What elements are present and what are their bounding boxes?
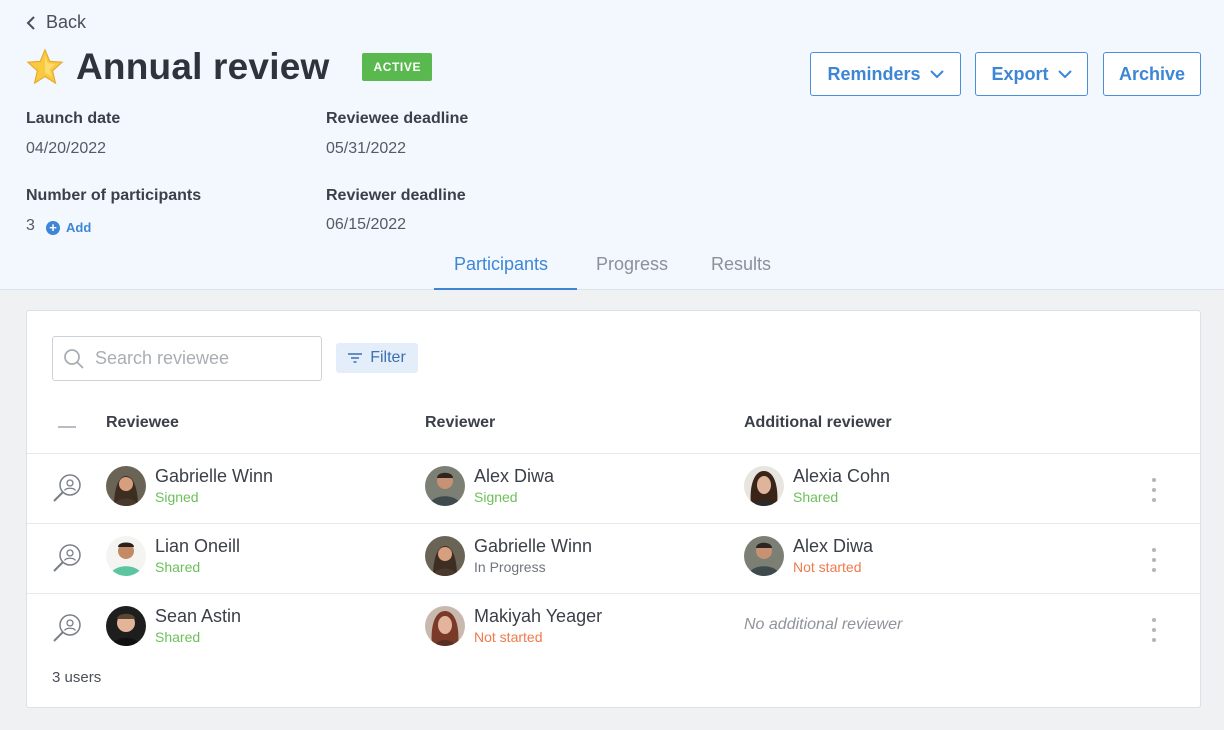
plus-circle-icon: + <box>46 220 60 235</box>
reviewer-cell: Gabrielle Winn In Progress <box>425 536 592 577</box>
avatar <box>106 606 146 646</box>
reviewer-deadline-value: 06/15/2022 <box>326 216 407 233</box>
back-label: Back <box>46 12 87 32</box>
tab-progress[interactable]: Progress <box>596 254 668 275</box>
reviewee-cell: Sean Astin Shared <box>106 606 241 647</box>
reviewer-name[interactable]: Makiyah Yeager <box>474 606 602 626</box>
reviewee-status: Shared <box>155 629 201 645</box>
person-info: Lian Oneill Shared <box>155 536 240 577</box>
chevron-down-icon <box>1057 69 1072 78</box>
column-header-reviewee[interactable]: Reviewee <box>106 414 179 432</box>
reviewer-name[interactable]: Gabrielle Winn <box>474 536 592 556</box>
page-header: Back Annual review ACTIVE Reminders Expo… <box>0 0 1224 290</box>
add-label: Add <box>66 220 92 235</box>
participants-count: 3 <box>26 217 35 234</box>
reviewer-deadline-label: Reviewer deadline <box>326 187 466 204</box>
person-info: Alex Diwa Signed <box>474 466 554 507</box>
launch-date-label: Launch date <box>26 110 121 127</box>
reviewer-status: Signed <box>474 489 518 505</box>
person-info: Makiyah Yeager Not started <box>474 606 602 647</box>
participants-label: Number of participants <box>26 187 202 204</box>
filter-label: Filter <box>370 349 406 366</box>
reviewee-status: Signed <box>155 489 199 505</box>
title-row: Annual review ACTIVE <box>26 46 433 88</box>
reviewee-name[interactable]: Gabrielle Winn <box>155 466 273 486</box>
reviewee-cell: Gabrielle Winn Signed <box>106 466 273 507</box>
active-tab-indicator <box>434 288 577 290</box>
page-title: Annual review <box>76 46 330 87</box>
view-reviewee-icon[interactable] <box>51 542 83 574</box>
filter-icon <box>348 353 363 363</box>
chevron-left-icon <box>26 15 35 30</box>
reminders-label: Reminders <box>827 63 921 84</box>
additional-reviewer-status: Not started <box>793 559 862 575</box>
search-icon <box>64 348 84 369</box>
table-row[interactable]: Sean Astin Shared Makiyah Yeager Not sta… <box>27 593 1200 663</box>
additional-reviewer-name[interactable]: Alexia Cohn <box>793 466 890 486</box>
avatar <box>744 536 784 576</box>
column-header-reviewer[interactable]: Reviewer <box>425 414 495 432</box>
search-box[interactable] <box>52 336 322 381</box>
reminders-button[interactable]: Reminders <box>810 52 961 96</box>
avatar <box>425 606 465 646</box>
reviewee-deadline-value: 05/31/2022 <box>326 140 407 157</box>
reviewer-status: Not started <box>474 629 543 645</box>
add-participant-link[interactable]: + Add <box>46 220 91 235</box>
view-reviewee-icon[interactable] <box>51 612 83 644</box>
reviewer-cell: Makiyah Yeager Not started <box>425 606 602 647</box>
star-icon <box>26 48 64 85</box>
tab-participants[interactable]: Participants <box>454 254 548 275</box>
archive-label: Archive <box>1118 63 1186 84</box>
column-header-additional-reviewer[interactable]: Additional reviewer <box>744 414 892 432</box>
tab-results[interactable]: Results <box>711 254 771 275</box>
row-menu-icon[interactable] <box>1147 548 1161 572</box>
person-info: Alexia Cohn Shared <box>793 466 890 507</box>
table-row[interactable]: Gabrielle Winn Signed Alex Diwa Signed A… <box>27 453 1200 523</box>
user-count: 3 users <box>52 669 102 686</box>
person-info: Gabrielle Winn In Progress <box>474 536 592 577</box>
row-menu-icon[interactable] <box>1147 618 1161 642</box>
reviewee-cell: Lian Oneill Shared <box>106 536 240 577</box>
person-info: Sean Astin Shared <box>155 606 241 647</box>
table-row[interactable]: Lian Oneill Shared Gabrielle Winn In Pro… <box>27 523 1200 593</box>
back-link[interactable]: Back <box>26 12 86 33</box>
reviewer-name[interactable]: Alex Diwa <box>474 466 554 486</box>
launch-date-value: 04/20/2022 <box>26 140 107 157</box>
person-info: Gabrielle Winn Signed <box>155 466 273 507</box>
additional-reviewer-cell: Alexia Cohn Shared <box>744 466 890 507</box>
avatar <box>106 536 146 576</box>
search-input[interactable] <box>95 348 315 369</box>
status-badge: ACTIVE <box>362 53 433 81</box>
no-additional-reviewer-text: No additional reviewer <box>744 616 903 633</box>
reviewer-cell: Alex Diwa Signed <box>425 466 554 507</box>
avatar <box>106 466 146 506</box>
reviewee-deadline-label: Reviewee deadline <box>326 110 469 127</box>
export-label: Export <box>991 63 1049 84</box>
person-info: Alex Diwa Not started <box>793 536 873 577</box>
additional-reviewer-status: Shared <box>793 489 839 505</box>
select-all-toggle[interactable] <box>58 426 76 428</box>
additional-reviewer-name[interactable]: Alex Diwa <box>793 536 873 556</box>
additional-reviewer-cell: Alex Diwa Not started <box>744 536 873 577</box>
filter-button[interactable]: Filter <box>336 343 418 373</box>
row-menu-icon[interactable] <box>1147 478 1161 502</box>
participants-card: Filter Reviewee Reviewer Additional revi… <box>26 310 1201 708</box>
avatar <box>425 466 465 506</box>
reviewee-name[interactable]: Sean Astin <box>155 606 241 626</box>
view-reviewee-icon[interactable] <box>51 472 83 504</box>
reviewer-status: In Progress <box>474 559 546 575</box>
export-button[interactable]: Export <box>975 52 1088 96</box>
avatar <box>744 466 784 506</box>
reviewee-name[interactable]: Lian Oneill <box>155 536 240 556</box>
archive-button[interactable]: Archive <box>1103 52 1201 96</box>
chevron-down-icon <box>929 69 944 78</box>
avatar <box>425 536 465 576</box>
reviewee-status: Shared <box>155 559 201 575</box>
